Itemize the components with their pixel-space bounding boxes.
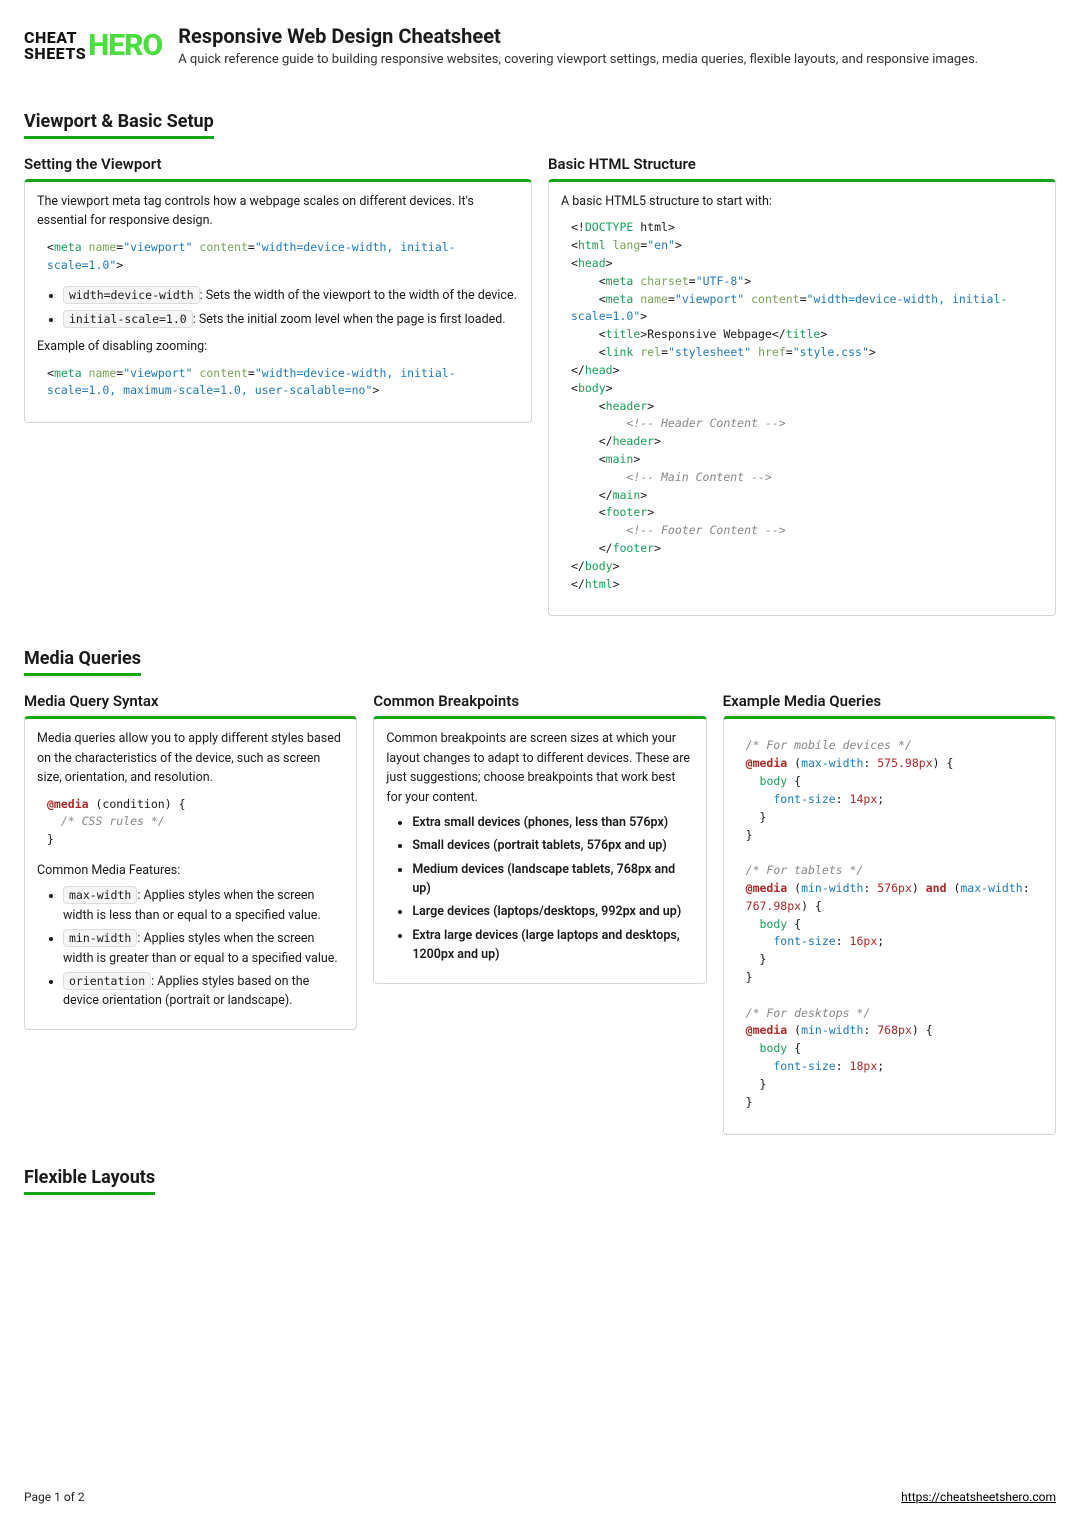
card-intro: A basic HTML5 structure to start with: [561,192,1043,211]
inline-code: orientation [63,972,151,990]
bullet-list: Extra small devices (phones, less than 5… [386,813,693,965]
card-title: Common Breakpoints [373,692,706,710]
list-item: Medium devices (landscape tablets, 768px… [412,860,693,899]
inline-code: min-width [63,929,137,947]
card-title: Example Media Queries [723,692,1056,710]
list-item: Large devices (laptops/desktops, 992px a… [412,902,693,921]
bullet-list: max-width: Applies styles when the scree… [37,886,344,1010]
list-item: Extra large devices (large laptops and d… [412,926,693,965]
card-label: Example of disabling zooming: [37,337,519,356]
list-item: width=device-width: Sets the width of th… [63,286,519,305]
card-title: Basic HTML Structure [548,155,1056,173]
code-block: <meta name="viewport" content="width=dev… [37,237,519,277]
code-block: <!DOCTYPE html> <html lang="en"> <head> … [561,217,1043,595]
bullet-list: width=device-width: Sets the width of th… [37,286,519,329]
logo-text-right: HERO [88,28,162,63]
col-breakpoints: Common Breakpoints Common breakpoints ar… [373,692,706,983]
card: Media queries allow you to apply differe… [24,716,357,1029]
section-flexible-layouts: Flexible Layouts [24,1143,1056,1203]
page-indicator: Page 1 of 2 [24,1490,85,1504]
section-heading: Viewport & Basic Setup [24,111,214,139]
section-heading: Flexible Layouts [24,1167,155,1195]
card-intro: Media queries allow you to apply differe… [37,729,344,787]
card-title: Media Query Syntax [24,692,357,710]
section-media-queries: Media Queries Media Query Syntax Media q… [24,624,1056,1134]
code-block: <meta name="viewport" content="width=dev… [37,363,519,403]
list-item: initial-scale=1.0: Sets the initial zoom… [63,310,519,329]
card: A basic HTML5 structure to start with: <… [548,179,1056,616]
page-title: Responsive Web Design Cheatsheet [178,24,978,48]
list-item: Small devices (portrait tablets, 576px a… [412,836,693,855]
inline-code: width=device-width [63,286,200,304]
col-basic-html: Basic HTML Structure A basic HTML5 struc… [548,155,1056,616]
list-item: max-width: Applies styles when the scree… [63,886,344,925]
page-footer: Page 1 of 2 https://cheatsheetshero.com [24,1490,1056,1504]
footer-link[interactable]: https://cheatsheetshero.com [901,1490,1056,1504]
card-intro: The viewport meta tag controls how a web… [37,192,519,231]
code-block: /* For mobile devices */ @media (max-wid… [736,735,1043,1113]
logo-text-left: CHEAT SHEETS [24,30,86,60]
card: The viewport meta tag controls how a web… [24,179,532,423]
col-example-queries: Example Media Queries /* For mobile devi… [723,692,1056,1134]
list-item: Extra small devices (phones, less than 5… [412,813,693,832]
list-item: orientation: Applies styles based on the… [63,972,344,1011]
section-heading: Media Queries [24,648,141,676]
page-subtitle: A quick reference guide to building resp… [178,52,978,67]
inline-code: max-width [63,886,137,904]
col-media-syntax: Media Query Syntax Media queries allow y… [24,692,357,1029]
logo: CHEAT SHEETS HERO [24,28,162,63]
card-title: Setting the Viewport [24,155,532,173]
col-setting-viewport: Setting the Viewport The viewport meta t… [24,155,532,423]
card: /* For mobile devices */ @media (max-wid… [723,716,1056,1134]
card-intro: Common breakpoints are screen sizes at w… [386,729,693,807]
inline-code: initial-scale=1.0 [63,310,193,328]
code-block: @media (condition) { /* CSS rules */ } [37,794,344,851]
list-item: min-width: Applies styles when the scree… [63,929,344,968]
card: Common breakpoints are screen sizes at w… [373,716,706,983]
card-label: Common Media Features: [37,861,344,880]
section-viewport: Viewport & Basic Setup Setting the Viewp… [24,87,1056,616]
title-block: Responsive Web Design Cheatsheet A quick… [178,24,978,67]
page-header: CHEAT SHEETS HERO Responsive Web Design … [24,24,1056,67]
